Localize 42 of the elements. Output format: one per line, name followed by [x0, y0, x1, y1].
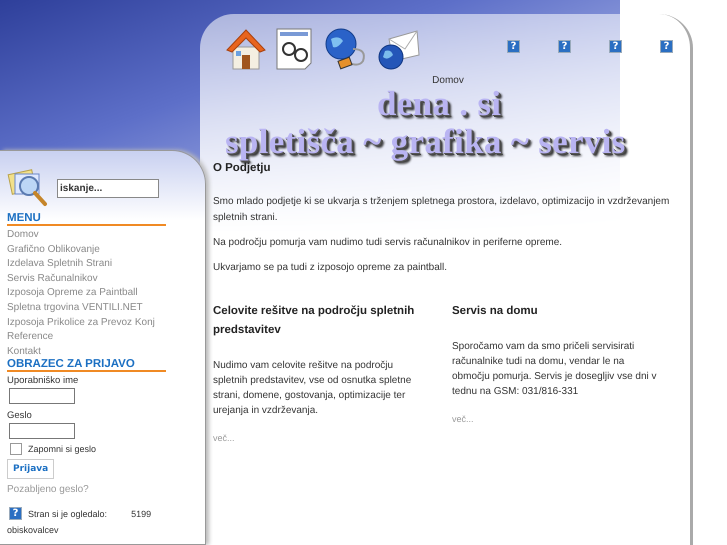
menu-item[interactable]: Domov — [7, 228, 199, 243]
help-icon[interactable]: ? — [507, 40, 520, 52]
menu-item[interactable]: Spletna trgovina VENTILI.NET — [7, 300, 199, 316]
login-heading: OBRAZEC ZA PRIJAVO — [7, 358, 166, 372]
column-heading: Celovite rešitve na področju spletnih predstavitev — [213, 304, 416, 338]
username-label: Uporabniško ime — [7, 375, 80, 386]
password-label: Geslo — [7, 410, 33, 422]
visitor-unit: obiskovalcev — [7, 525, 60, 536]
menu-item[interactable]: Izdelava Spletnih Strani — [7, 257, 199, 272]
section-heading: O Podjetju — [213, 162, 272, 174]
menu-heading: MENU — [7, 212, 166, 226]
paragraph: Smo mlado podjetje ki se ukvarja s trženjem spletnega prostora, izdelavo, optimizacijo in vzdrževanjem spletnih strani. — [213, 195, 670, 225]
logo-text: dena . si — [377, 84, 502, 125]
visitor-count: 5199 — [131, 508, 152, 519]
search-field[interactable]: iskanje... — [57, 178, 159, 198]
help-icon[interactable]: ? — [609, 40, 622, 52]
paragraph: Na področju pomurja vam nudimo tudi servis računalnikov in periferne opreme. — [213, 236, 564, 250]
house-icon[interactable] — [225, 27, 267, 71]
remember-label: Zapomni si geslo — [28, 444, 96, 454]
login-button[interactable]: Prijava — [7, 459, 54, 480]
paragraph: Nudimo vam celovite rešitve na področju spletnih predstavitev, vse od osnutka spletne strani, domene, gostovanja, optimizacije ter urejanja in vzdrževanja. — [213, 359, 412, 418]
username-field[interactable] — [9, 388, 75, 404]
paragraph: Ukvarjamo se pa tudi z izposojo opreme za paintball. — [213, 261, 448, 275]
menu-item[interactable]: Reference — [7, 330, 199, 345]
menu-item[interactable]: Izposoja Prikolice za Prevoz Konj — [7, 316, 199, 330]
help-icon[interactable]: ? — [9, 507, 22, 520]
more-link[interactable]: več... — [452, 414, 474, 424]
column-heading: Servis na domu — [452, 304, 539, 319]
menu-item[interactable]: Kontakt — [7, 344, 199, 360]
password-field[interactable] — [9, 423, 75, 440]
paragraph: Sporočamo vam da smo pričeli servisirati računalnike tudi na domu, vendar le na območju pomurja. Servis je dosegljiv vse dni v tednu na GSM: 031/816-331 — [452, 340, 658, 399]
help-icon[interactable]: ? — [558, 40, 571, 52]
menu-item[interactable]: Izposoja Opreme za Paintball — [7, 286, 199, 301]
visitor-counter-label: Stran si je ogledalo: — [28, 508, 108, 519]
more-link[interactable]: več... — [213, 433, 235, 443]
menu-item[interactable]: Servis Računalnikov — [7, 272, 199, 286]
nav-label: Domov — [431, 75, 465, 86]
remember-checkbox[interactable] — [10, 443, 22, 456]
menu-item[interactable]: Grafično Oblikovanje — [7, 242, 199, 258]
help-icon[interactable]: ? — [660, 40, 673, 52]
logo-text: spletišča ~ grafika ~ servis — [225, 122, 626, 162]
forgot-password-link[interactable]: Pozabljeno geslo? — [7, 484, 199, 496]
